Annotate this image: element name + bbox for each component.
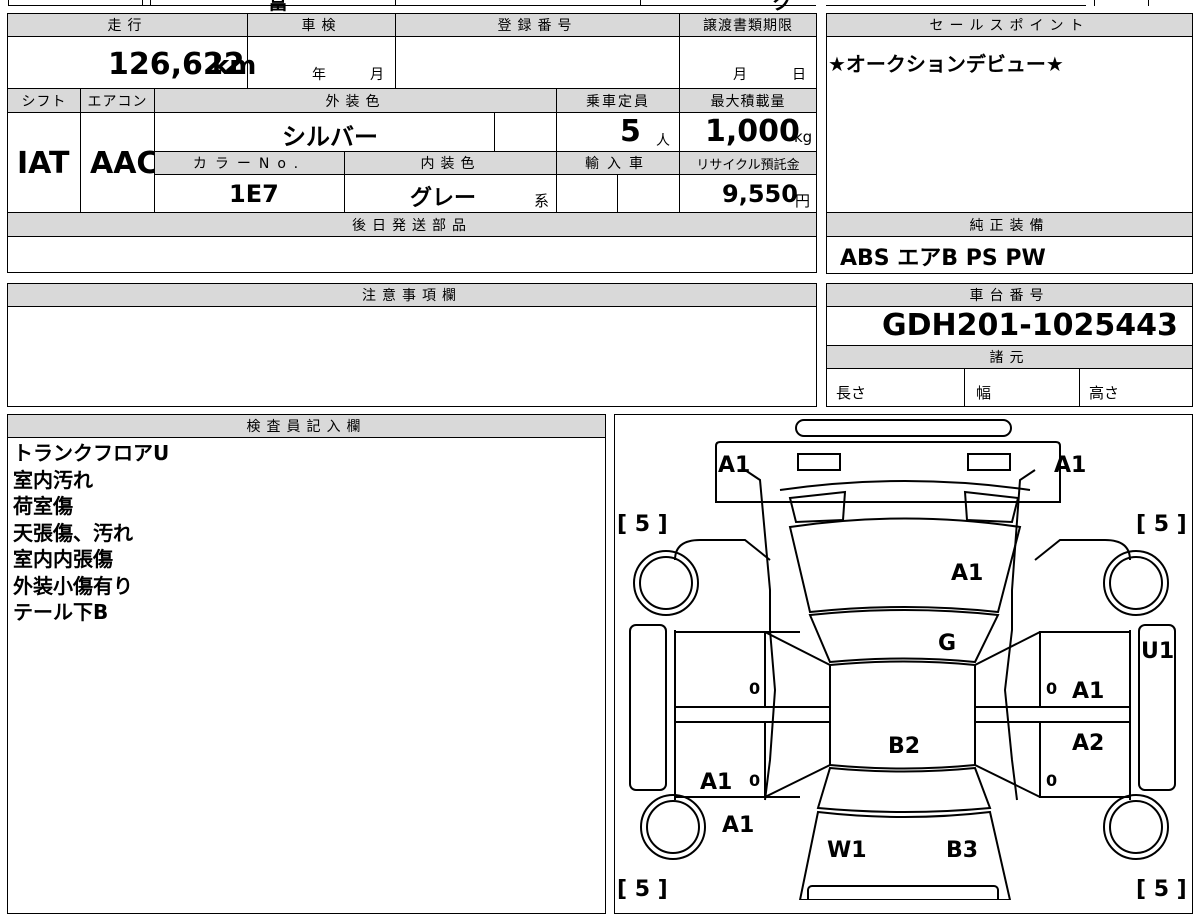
car-diagram: [ 5 ] [ 5 ] [ 5 ] [ 5 ] A1 A1 A1 G U1 A1…	[617, 419, 1187, 900]
rear-body-outline	[715, 441, 1061, 503]
mileage-header: 走行	[7, 13, 248, 37]
mark-windshield: W1	[827, 838, 867, 863]
mark-right-lower-zero: 0	[1046, 771, 1057, 790]
right-body-side	[1034, 539, 1131, 800]
capacity-header: 乗車定員	[556, 88, 680, 113]
mark-right-side: U1	[1141, 639, 1174, 664]
mark-left-front: A1	[722, 813, 754, 838]
wheel-front-left-inner	[646, 800, 700, 854]
chassis-header: 車台番号	[826, 283, 1193, 307]
recycle-header: リサイクル預託金	[679, 151, 817, 175]
mark-roof: B2	[888, 734, 920, 759]
aircon-header: エアコン	[80, 88, 155, 113]
specs-width: 幅	[976, 384, 992, 402]
roof-rear-panel	[788, 517, 1022, 614]
inspector-line: テール下B	[13, 600, 109, 624]
shift-header: シフト	[7, 88, 81, 113]
interior-color-suffix: 系	[534, 192, 550, 210]
rear-window-right	[963, 490, 1020, 524]
left-sill	[629, 624, 667, 791]
mark-rear-right-corner: A1	[1054, 453, 1086, 478]
front-bumper	[807, 885, 999, 900]
wheel-front-right-inner	[1109, 800, 1163, 854]
mark-left-lower-zero: 0	[749, 771, 760, 790]
tire-depth-front-left: [ 5 ]	[617, 512, 668, 537]
max-load-header: 最大積載量	[679, 88, 817, 113]
transfer-month: 月	[733, 67, 747, 83]
mark-rear-left-corner: A1	[718, 453, 750, 478]
capacity-value: 5	[620, 114, 641, 149]
wheel-front-right	[1103, 794, 1169, 860]
rear-bumper	[795, 419, 1012, 437]
tire-depth-front-right: [ 5 ]	[1136, 512, 1187, 537]
chassis-value: GDH201-1025443	[882, 308, 1178, 343]
equipment-header: 純正装備	[826, 212, 1193, 237]
interior-color-value: グレー	[410, 186, 477, 211]
specs-header: 諸元	[826, 345, 1193, 369]
rear-lamp-right	[967, 453, 1011, 471]
inspector-line: トランクフロアU	[13, 441, 170, 465]
mark-left-upper-zero: 0	[749, 679, 760, 698]
mark-right-door-lower: A2	[1072, 731, 1104, 756]
mark-left-door-lower: A1	[700, 770, 732, 795]
sales-point-value: ★オークションデビュー★	[828, 52, 1064, 76]
import-header: 輸入車	[556, 151, 680, 175]
wheel-rear-right	[1103, 550, 1169, 616]
registration-header: 登録番号	[395, 13, 680, 37]
exterior-color-header: 外装色	[154, 88, 557, 113]
exterior-color-value: シルバー	[282, 123, 378, 151]
max-load-unit: kg	[794, 128, 813, 146]
mileage-unit: km	[212, 51, 257, 81]
windshield	[816, 766, 992, 813]
wheel-rear-right-inner	[1109, 556, 1163, 610]
transfer-day: 日	[792, 67, 806, 83]
wheel-front-left	[640, 794, 706, 860]
rear-lamp-left	[797, 453, 841, 471]
specs-height: 高さ	[1089, 384, 1120, 402]
inspector-line: 天張傷、汚れ	[13, 520, 133, 545]
color-no-value: 1E7	[229, 180, 279, 208]
rear-window-left	[788, 490, 847, 524]
inspection-month: 月	[370, 67, 384, 83]
sales-point-box	[826, 13, 1193, 213]
color-no-header: カラーNo.	[154, 151, 345, 175]
tire-depth-rear-left: [ 5 ]	[617, 877, 668, 900]
wheel-rear-left-inner	[639, 556, 693, 610]
inspector-line: 室内内張傷	[13, 547, 113, 571]
capacity-unit: 人	[656, 133, 670, 149]
sales-point-header: セールスポイント	[826, 13, 1193, 37]
inspector-lines: トランクフロアU 室内汚れ 荷室傷 天張傷、汚れ 室内内張傷 外装小傷有り テー…	[13, 440, 169, 626]
mark-right-door-upper: A1	[1072, 679, 1104, 704]
equipment-value: ABS エアB PS PW	[840, 246, 1046, 271]
inspector-line: 荷室傷	[13, 494, 73, 518]
aircon-value: AAC	[90, 146, 159, 181]
inspection-header: 車検	[247, 13, 396, 37]
mark-right-upper-zero: 0	[1046, 679, 1057, 698]
specs-length: 長さ	[836, 384, 867, 402]
inspector-line: 室内汚れ	[13, 467, 93, 492]
max-load-value: 1,000	[705, 114, 800, 149]
notes-header: 注意事項欄	[7, 283, 817, 307]
inspector-header: 検査員記入欄	[7, 414, 606, 438]
mark-hood: B3	[946, 838, 978, 863]
tire-depth-rear-right: [ 5 ]	[1136, 877, 1187, 900]
left-body-side	[674, 539, 771, 800]
interior-color-header: 内装色	[344, 151, 557, 175]
recycle-unit: 円	[795, 192, 811, 210]
inspector-line: 外装小傷有り	[13, 573, 133, 598]
shift-value: IAT	[17, 146, 70, 181]
later-parts-header: 後日発送部品	[7, 212, 817, 237]
back-glass	[808, 609, 1000, 664]
top-strip: 富 ク	[0, 0, 1200, 14]
inspection-year: 年	[312, 67, 326, 83]
transfer-deadline-header: 譲渡書類期限	[679, 13, 817, 37]
recycle-value: 9,550	[722, 180, 798, 208]
wheel-rear-left	[633, 550, 699, 616]
mark-roof-rear: A1	[951, 561, 983, 586]
mark-back-glass: G	[938, 631, 956, 656]
